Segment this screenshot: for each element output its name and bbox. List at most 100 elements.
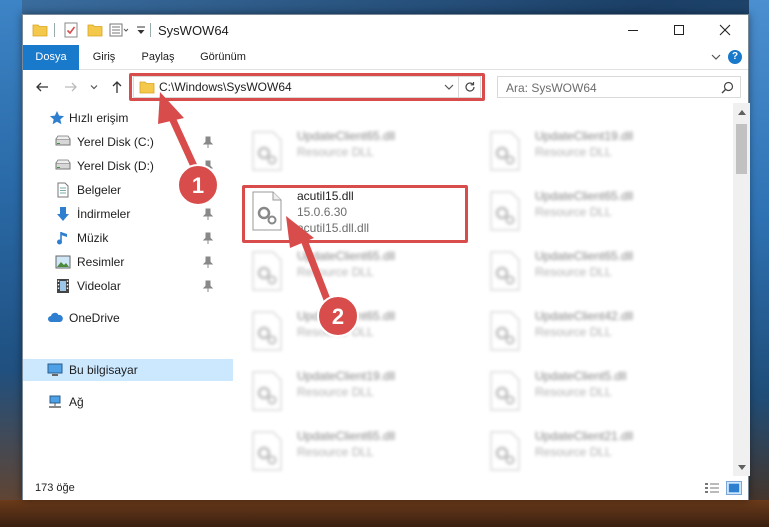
address-bar[interactable]: C:\Windows\SysWOW64 [133,76,481,98]
sidebar-item-videos[interactable]: Videolar [23,275,233,297]
chevron-down-icon [90,85,98,90]
arrow-up-icon [112,81,122,93]
file-list: UpdateClient65.dll Resource DLL acutil15… [237,103,733,476]
scroll-up-button[interactable] [733,103,750,120]
properties-check-icon[interactable] [64,22,78,38]
back-button[interactable] [34,79,50,95]
triangle-up-icon [737,109,746,115]
tiles-view-icon[interactable] [726,481,742,495]
sidebar-item-local-disk-d[interactable]: Yerel Disk (D:) [23,155,233,177]
triangle-down-icon [737,464,746,470]
file-item[interactable]: UpdateClient5.dll Resource DLL [483,365,713,421]
pin-icon [203,136,213,148]
search-box[interactable]: Ara: SysWOW64 [497,76,741,98]
file-item[interactable]: UpdateClient65.dll Resource DLL [245,125,475,181]
file-type: Resource DLL [535,325,612,339]
file-name: UpdateClient21.dll [535,429,634,443]
file-item-acutil15[interactable]: acutil15.dll 15.0.6.30 acutil15.dll.dll [245,185,475,241]
help-button[interactable]: ? [728,50,742,64]
dll-file-icon [490,311,520,351]
file-item[interactable]: UpdateClient65.dll Resource DLL [483,245,713,301]
sidebar-item-label: Yerel Disk (D:) [77,159,154,173]
dll-file-icon [252,371,282,411]
folder-icon [139,81,155,94]
minimize-icon [628,30,638,31]
search-placeholder[interactable]: Ara: SysWOW64 [506,81,597,95]
recent-locations-button[interactable] [89,79,99,95]
sidebar-item-quick-access[interactable]: Hızlı erişim [23,107,233,129]
network-icon [49,395,61,408]
file-name: UpdateClient5.dll [535,369,627,383]
tab-view[interactable]: Görünüm [193,45,253,70]
arrow-right-icon [65,82,77,92]
dll-file-icon [252,431,282,471]
sidebar-item-label: OneDrive [69,311,120,325]
title-bar: SysWOW64 [23,15,748,45]
sidebar-item-label: İndirmeler [77,207,131,221]
vertical-scrollbar[interactable] [733,103,750,476]
file-item[interactable]: UpdateClient65.dll Resource DLL [245,425,475,476]
file-item[interactable]: UpdateClient65.dll Resource DLL [483,185,713,241]
pin-icon [203,184,213,196]
new-folder-icon[interactable] [87,22,103,38]
pictures-icon [55,255,71,269]
sidebar-item-pictures[interactable]: Resimler [23,251,233,273]
pin-icon [203,232,213,244]
file-item[interactable]: UpdateClient65.dll Resource DLL [245,305,475,361]
pin-icon [203,280,213,292]
dll-file-icon [252,311,282,351]
view-options-icon[interactable] [109,22,129,38]
file-type: Resource DLL [535,145,612,159]
file-type: Resource DLL [535,265,612,279]
sidebar-item-downloads[interactable]: İndirmeler [23,203,233,225]
drive-icon [55,159,71,170]
sidebar-item-network[interactable]: Ağ [23,391,233,413]
tab-home[interactable]: Giriş [87,45,121,70]
desktop-background-left [0,0,22,527]
address-path[interactable]: C:\Windows\SysWOW64 [159,80,292,94]
file-type: Resource DLL [297,265,374,279]
scroll-down-button[interactable] [733,459,750,476]
file-type: Resource DLL [297,325,374,339]
sidebar-item-documents[interactable]: Belgeler [23,179,233,201]
sidebar-item-local-disk-c[interactable]: Yerel Disk (C:) [23,131,233,153]
dll-file-icon [490,191,520,231]
close-button[interactable] [702,15,748,45]
navigation-pane: Hızlı erişim Yerel Disk (C:) Yerel Disk … [23,103,233,476]
tab-file[interactable]: Dosya [23,45,79,70]
dll-file-icon [252,191,282,231]
item-count: 173 öğe [35,482,75,494]
maximize-button[interactable] [656,15,702,45]
sidebar-item-label: Belgeler [77,183,122,197]
status-bar: 173 öğe [23,476,748,500]
chevron-down-icon[interactable] [444,83,454,91]
tab-share[interactable]: Paylaş [136,45,180,70]
file-type: Resource DLL [297,385,374,399]
customize-toolbar-chevron-icon[interactable] [136,22,146,38]
up-button[interactable] [109,79,125,95]
search-icon [721,81,734,94]
file-name: UpdateClient65.dll [535,189,634,203]
details-view-icon[interactable] [704,481,720,495]
file-item[interactable]: UpdateClient65.dll Resource DLL [245,245,475,301]
dll-file-icon [252,251,282,291]
computer-icon [47,363,63,376]
file-name: UpdateClient65.dll [297,309,396,323]
expand-ribbon-chevron-icon[interactable] [710,51,722,63]
file-name: acutil15.dll [297,189,354,203]
scrollbar-thumb[interactable] [736,124,747,174]
sidebar-item-onedrive[interactable]: OneDrive [23,307,233,329]
sidebar-item-this-pc[interactable]: Bu bilgisayar [23,359,233,381]
refresh-button[interactable] [458,77,480,97]
sidebar-item-music[interactable]: Müzik [23,227,233,249]
file-item[interactable]: UpdateClient21.dll Resource DLL [483,425,713,476]
file-item[interactable]: UpdateClient19.dll Resource DLL [483,125,713,181]
file-description: acutil15.dll.dll [297,221,370,235]
file-item[interactable]: UpdateClient19.dll Resource DLL [245,365,475,421]
file-name: UpdateClient65.dll [297,429,396,443]
file-item[interactable]: UpdateClient42.dll Resource DLL [483,305,713,361]
minimize-button[interactable] [610,15,656,45]
forward-button[interactable] [63,79,79,95]
file-name: UpdateClient19.dll [535,129,634,143]
maximize-icon [674,25,684,35]
